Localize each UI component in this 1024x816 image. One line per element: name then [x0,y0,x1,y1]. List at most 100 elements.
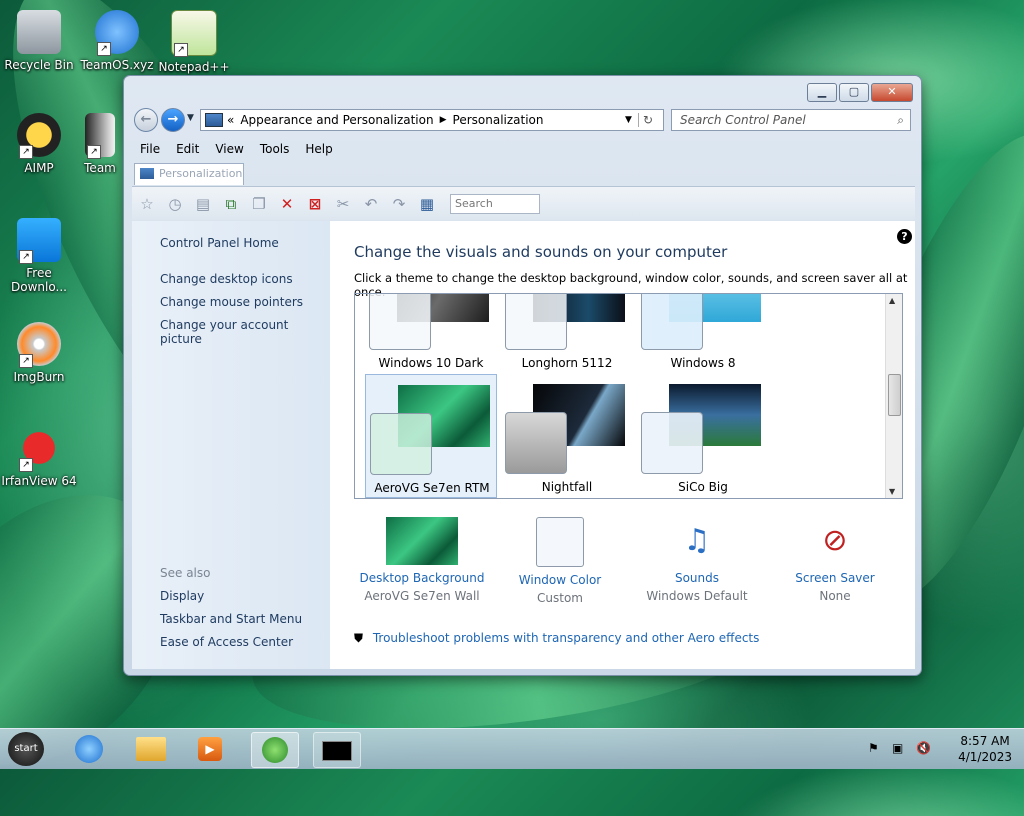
start-button[interactable]: start [8,732,44,766]
aimp-icon: ↗ [17,113,61,159]
theme-longhorn-5112[interactable]: Longhorn 5112 [501,294,633,374]
tab-personalization[interactable]: Personalization [134,163,244,185]
folder-icon [136,737,166,761]
delete-item-icon[interactable]: ⊠ [304,193,326,215]
volume-muted-icon[interactable]: 🔇 [916,741,931,755]
desktop-background-icon [386,517,458,565]
address-dropdown-icon[interactable]: ▼ [625,115,632,125]
menu-bar: File Edit View Tools Help [132,140,915,160]
theme-sico-big[interactable]: SiCo Big [637,374,769,498]
theme-name: AeroVG Se7en RTM [374,481,490,495]
taskbar-control-panel[interactable] [251,732,299,768]
desktop-icon-aimp[interactable]: ↗ AIMP [0,113,79,175]
setting-window-color[interactable]: Window Color Custom [490,517,630,605]
team-icon: ↗ [85,113,115,159]
delete-icon[interactable]: ✕ [276,193,298,215]
network-icon[interactable]: ▣ [892,741,906,755]
setting-label[interactable]: Desktop Background [352,571,492,585]
setting-label[interactable]: Screen Saver [765,571,905,585]
setting-label[interactable]: Sounds [627,571,767,585]
theme-settings: Desktop Background AeroVG Se7en Wall Win… [354,517,914,617]
theme-name: Nightfall [541,480,593,494]
close-button[interactable]: ✕ [871,83,913,102]
menu-view[interactable]: View [207,140,251,160]
setting-desktop-background[interactable]: Desktop Background AeroVG Se7en Wall [352,517,492,603]
breadcrumb-appearance[interactable]: Appearance and Personalization [240,113,433,127]
setting-screen-saver[interactable]: ⊘ Screen Saver None [765,517,905,603]
theme-name: SiCo Big [678,480,728,494]
maximize-button[interactable]: ▢ [839,83,869,102]
desktop-icon-irfanview[interactable]: ↗ IrfanView 64 [0,426,79,488]
action-center-flag-icon[interactable]: ⚑ [868,741,882,755]
folders-icon[interactable]: ▤ [192,193,214,215]
desktop-icon-label: Free Downlo... [11,266,67,294]
troubleshoot-link[interactable]: ⛊ Troubleshoot problems with transparenc… [354,631,759,646]
minimize-button[interactable]: ▁ [807,83,837,102]
recent-pages-dropdown[interactable]: ▼ [187,113,194,123]
menu-file[interactable]: File [132,140,168,160]
favorites-star-icon[interactable]: ☆ [136,193,158,215]
scroll-down-icon[interactable]: ▼ [889,487,895,496]
theme-nightfall[interactable]: Nightfall [501,374,633,498]
taskbar-ie[interactable] [66,732,112,766]
undo-icon[interactable]: ↶ [360,193,382,215]
breadcrumb-personalization[interactable]: Personalization [453,113,544,127]
media-player-icon: ▶ [198,737,222,761]
taskbar-media-player[interactable]: ▶ [187,732,233,766]
menu-edit[interactable]: Edit [168,140,207,160]
theme-color-card [505,412,567,474]
cut-icon[interactable]: ✂ [332,193,354,215]
desktop-icon-label: AIMP [24,161,54,175]
theme-windows-8[interactable]: Windows 8 [637,294,769,374]
desktop-icon-notepadpp[interactable]: ↗ Notepad++ [154,10,234,74]
views-icon[interactable]: ▦ [416,193,438,215]
system-clock[interactable]: 8:57 AM 4/1/2023 [958,733,1012,765]
setting-sounds[interactable]: ♫ Sounds Windows Default [627,517,767,603]
link-change-account-picture[interactable]: Change your account picture [160,318,330,346]
link-change-mouse-pointers[interactable]: Change mouse pointers [160,295,303,309]
toolbar-search-placeholder: Search [455,196,493,210]
help-icon[interactable]: ? [897,229,912,244]
desktop-icon-recycle-bin[interactable]: Recycle Bin [0,10,79,72]
breadcrumb-separator-icon[interactable]: ▶ [440,115,447,125]
theme-aerovg-se7en-rtm[interactable]: AeroVG Se7en RTM [365,374,497,498]
menu-help[interactable]: Help [297,140,340,160]
history-icon[interactable]: ◷ [164,193,186,215]
copy-to-icon[interactable]: ⧉ [220,193,242,215]
link-control-panel-home[interactable]: Control Panel Home [160,236,279,250]
refresh-icon[interactable]: ↻ [637,113,657,127]
setting-value: None [819,589,851,603]
desktop-icon-teamos[interactable]: ↗ TeamOS.xyz [77,10,157,72]
desktop-icon-team[interactable]: ↗ Team [77,113,123,175]
clock-time: 8:57 AM [960,734,1010,748]
back-button[interactable]: ← [134,108,158,132]
breadcrumb-overflow[interactable]: « [227,113,234,127]
theme-windows-10-dark[interactable]: Windows 10 Dark [365,294,497,374]
link-display[interactable]: Display [160,589,204,603]
menu-tools[interactable]: Tools [252,140,298,160]
setting-label[interactable]: Window Color [490,573,630,587]
link-ease-of-access[interactable]: Ease of Access Center [160,635,293,649]
left-pane: Control Panel Home Change desktop icons … [132,221,330,669]
link-taskbar-start-menu[interactable]: Taskbar and Start Menu [160,612,302,626]
search-control-panel-input[interactable]: Search Control Panel ⌕ [671,109,911,131]
address-row: ← → ▼ « Appearance and Personalization ▶… [134,108,911,134]
troubleshoot-label[interactable]: Troubleshoot problems with transparency … [373,631,760,645]
move-to-icon[interactable]: ❐ [248,193,270,215]
notepadpp-icon: ↗ [171,10,217,57]
theme-name: Windows 10 Dark [378,356,484,370]
toolbar-search-input[interactable]: Search [450,193,540,214]
forward-button[interactable]: → [161,108,185,132]
search-icon[interactable]: ⌕ [897,110,904,130]
scroll-up-icon[interactable]: ▲ [889,296,895,305]
scrollbar-thumb[interactable] [888,374,901,416]
theme-color-card [641,294,703,350]
desktop-icon-imgburn[interactable]: ↗ ImgBurn [0,322,79,384]
redo-icon[interactable]: ↷ [388,193,410,215]
link-change-desktop-icons[interactable]: Change desktop icons [160,272,293,286]
taskbar-explorer[interactable] [128,732,174,766]
taskbar-window-app[interactable] [313,732,361,768]
theme-list-scrollbar[interactable]: ▲ ▼ [885,294,902,498]
desktop-icon-free-download[interactable]: ↗ Free Downlo... [0,218,79,294]
address-bar[interactable]: « Appearance and Personalization ▶ Perso… [200,109,664,131]
